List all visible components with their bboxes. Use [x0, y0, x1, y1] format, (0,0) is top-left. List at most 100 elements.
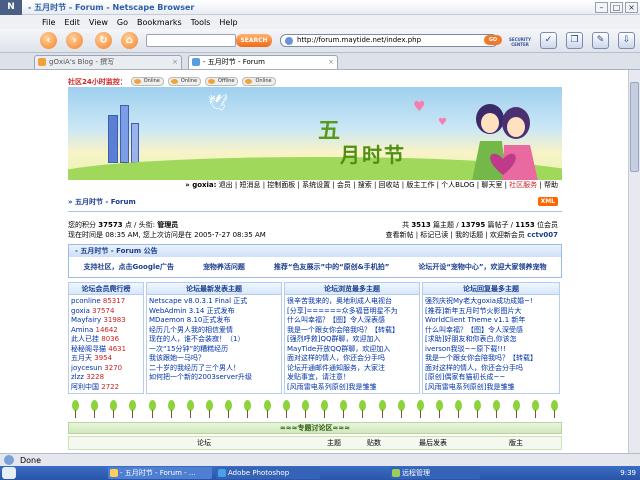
online-status-badge[interactable]: Online	[242, 77, 276, 86]
member-ranking-row[interactable]: 秘秘阁寻猫 4631	[71, 345, 141, 355]
vertical-scrollbar[interactable]	[628, 70, 640, 453]
most-replied-topic-link[interactable]: [风雨雷电系列原创]我是雏雏	[425, 383, 557, 393]
most-replied-topic-link[interactable]: 什么叫幸福？【图】令人深受感	[425, 326, 557, 336]
most-viewed-topic-link[interactable]: MayTide开放QQ群聊，欢迎加入	[287, 345, 417, 355]
go-button[interactable]: GO	[484, 35, 502, 45]
member-ranking-row[interactable]: 五月天 3954	[71, 354, 141, 364]
latest-topic-link[interactable]: 二十岁的我经历了三个男人！	[149, 364, 279, 374]
minimize-button[interactable]: –	[595, 1, 608, 13]
announcement-item[interactable]: 推荐“色友展示”中的“原创&手机拍”	[274, 262, 390, 272]
menu-go[interactable]: Go	[117, 18, 128, 27]
member-name[interactable]: 五月天	[71, 354, 92, 362]
latest-topic-link[interactable]: 我该跟她一马吗？	[149, 354, 279, 364]
member-name[interactable]: Mayfairy	[71, 316, 101, 324]
most-viewed-topic-link[interactable]: 论坛开通邮件通知服务，大家注	[287, 364, 417, 374]
tab-close-icon[interactable]: ×	[328, 56, 334, 68]
most-replied-column: 论坛回复最多主题 强烈庆祝My老大goxia成功成婚~! [推荐]新年五月时节火影…	[422, 282, 560, 394]
back-button[interactable]: ‹	[40, 32, 57, 49]
most-replied-topic-link[interactable]: [求助]好朋友和你表白,你该怎	[425, 335, 557, 345]
maximize-button[interactable]: □	[610, 1, 623, 13]
member-name[interactable]: Amina	[71, 326, 93, 334]
menu-tools[interactable]: Tools	[191, 18, 211, 27]
most-replied-topic-link[interactable]: iverson我驳~~原下载!!!	[425, 345, 557, 355]
most-replied-topic-link[interactable]: 面对这样的情人，你还会分手吗	[425, 364, 557, 374]
member-name[interactable]: 秘秘阁寻猫	[71, 345, 106, 353]
most-viewed-topic-link[interactable]: 什么叫幸福？【图】令人深表感	[287, 316, 417, 326]
member-ranking-row[interactable]: pconline 85317	[71, 297, 141, 307]
most-replied-topic-link[interactable]: 强烈庆祝My老大goxia成功成婚~!	[425, 297, 557, 307]
user-nav-links[interactable]: 退出 | 短消息 | 控制面板 | 系统设置 | 会员 | 搜索 | 回收站 |…	[219, 181, 507, 189]
member-name[interactable]: joycesun	[71, 364, 102, 372]
menu-edit[interactable]: Edit	[64, 18, 80, 27]
most-viewed-topic-link[interactable]: [分享]======众多福音明星不为	[287, 307, 417, 317]
tab-close-icon[interactable]: ×	[172, 56, 178, 68]
home-button[interactable]: ⌂	[121, 32, 138, 49]
most-viewed-list: 很辛苦我来的，奥地利成人电视台 [分享]======众多福音明星不为 什么叫幸福？【…	[285, 295, 419, 393]
menu-bookmarks[interactable]: Bookmarks	[137, 18, 182, 27]
search-input[interactable]	[146, 34, 236, 47]
latest-topic-link[interactable]: 一次“15分钟”的糟糕经历	[149, 345, 279, 355]
latest-topic-link[interactable]: 经历几个男人我的相信爱情	[149, 326, 279, 336]
most-viewed-topic-link[interactable]: 发贴事宜，请注意！	[287, 373, 417, 383]
member-ranking-row[interactable]: Mayfairy 31983	[71, 316, 141, 326]
quick-links[interactable]: 查看新帖 | 标记已读 | 我的话题 | 欢迎新会员	[386, 231, 525, 239]
most-replied-topic-link[interactable]: [原创]偶家有猫初长成~~	[425, 373, 557, 383]
security-center-button[interactable]: SECURITY CENTER	[505, 33, 535, 50]
download-icon[interactable]: ⇩	[618, 32, 635, 49]
security-check-icon[interactable]: ✓	[540, 32, 557, 49]
window-icon[interactable]: ❐	[566, 32, 583, 49]
most-viewed-topic-link[interactable]: 面对这样的情人，你还会分手吗	[287, 354, 417, 364]
announcement-item[interactable]: 宠物养活问题	[203, 262, 245, 272]
menu-file[interactable]: File	[42, 18, 55, 27]
member-name[interactable]: 阿利中国	[71, 383, 99, 391]
member-ranking-row[interactable]: joycesun 3270	[71, 364, 141, 374]
taskbar-item-browser[interactable]: - 五月时节 - Forum - ...	[108, 467, 212, 479]
most-viewed-topic-link[interactable]: 我是一个跟女你会陪我吗？【转载】	[287, 326, 417, 336]
community-service-link[interactable]: 社区服务	[509, 181, 537, 189]
member-ranking-row[interactable]: 阿利中国 2722	[71, 383, 141, 393]
latest-topic-link[interactable]: Netscape v8.0.3.1 Final 正式	[149, 297, 279, 307]
member-name[interactable]: 此人已挂	[71, 335, 99, 343]
online-status-badge[interactable]: Online	[167, 77, 202, 86]
menu-help[interactable]: Help	[219, 18, 237, 27]
most-replied-topic-link[interactable]: WorldClient Theme v1.1 新年	[425, 316, 557, 326]
announcement-item[interactable]: 支持社区，点击Google广告	[83, 262, 174, 272]
member-ranking-row[interactable]: 此人已挂 8036	[71, 335, 141, 345]
edit-icon[interactable]: ✎	[592, 32, 609, 49]
member-ranking-row[interactable]: zlzz 3228	[71, 373, 141, 383]
latest-topic-link[interactable]: 如何把一个新的2003server升级	[149, 373, 279, 383]
member-name[interactable]: zlzz	[71, 373, 84, 381]
latest-topic-link[interactable]: 现在的人，谁不会装寂！（1）	[149, 335, 279, 345]
most-viewed-topic-link[interactable]: [风雨雷电系列原创]我是雏雏	[287, 383, 417, 393]
scroll-thumb[interactable]	[630, 82, 639, 172]
member-ranking-row[interactable]: Amina 14642	[71, 326, 141, 336]
forward-button[interactable]: ›	[66, 32, 83, 49]
most-replied-topic-link[interactable]: [推荐]新年五月时节火影图片大	[425, 307, 557, 317]
close-button[interactable]: ×	[625, 1, 638, 13]
most-viewed-topic-link[interactable]: [强烈呼救]QQ群聊，欢迎加入	[287, 335, 417, 345]
breadcrumb-link[interactable]: » 五月时节 - Forum	[68, 197, 136, 207]
address-bar[interactable]: http://forum.maytide.net/index.php	[280, 34, 498, 47]
menu-view[interactable]: View	[89, 18, 108, 27]
offline-status-badge[interactable]: Offline	[205, 77, 239, 86]
announcement-item[interactable]: 论坛开设“宠物中心”，欢迎大家领养宠物	[418, 262, 546, 272]
most-viewed-topic-link[interactable]: 很辛苦我来的，奥地利成人电视台	[287, 297, 417, 307]
tab-forum[interactable]: - 五月时节 - Forum ×	[188, 55, 338, 69]
taskbar-item-photoshop[interactable]: Adobe Photoshop	[216, 467, 320, 479]
reload-button[interactable]: ↻	[95, 32, 112, 49]
newest-member-link[interactable]: cctv007	[527, 231, 558, 239]
latest-topic-link[interactable]: MDaemon 8.10正式发布	[149, 316, 279, 326]
most-viewed-column: 论坛浏览最多主题 很辛苦我来的，奥地利成人电视台 [分享]======众多福音明星…	[284, 282, 420, 394]
online-status-badge[interactable]: Online	[130, 77, 164, 86]
help-link[interactable]: | 帮助	[539, 181, 558, 189]
member-ranking-row[interactable]: goxia 37574	[71, 307, 141, 317]
most-replied-topic-link[interactable]: 我是一个跟女你会陪我吗？【转载】	[425, 354, 557, 364]
search-button[interactable]: SEARCH	[236, 34, 272, 47]
tab-blog[interactable]: gOxiA's Blog - 撰写 ×	[34, 55, 182, 69]
member-name[interactable]: goxia	[71, 307, 90, 315]
taskbar-item-remote[interactable]: 远程管理	[390, 467, 480, 479]
xml-feed-badge[interactable]: XML	[537, 197, 558, 206]
member-name[interactable]: pconline	[71, 297, 101, 305]
latest-topic-link[interactable]: WebAdmin 3.14 正式发布	[149, 307, 279, 317]
start-button[interactable]	[2, 467, 16, 479]
